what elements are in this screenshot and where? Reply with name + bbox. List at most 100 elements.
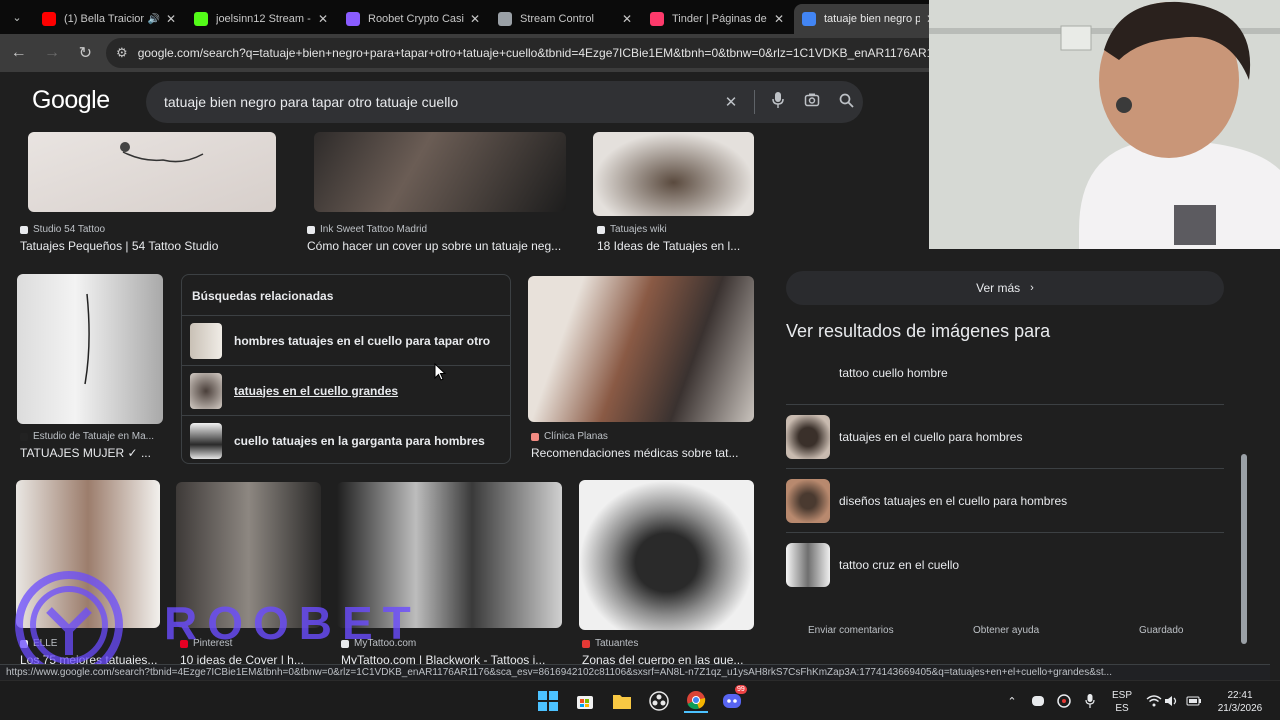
file-explorer-icon[interactable]	[610, 689, 634, 713]
system-clock[interactable]: 22:41 21/3/2026	[1212, 689, 1268, 715]
result-title[interactable]: TATUAJES MUJER ✓ ...	[20, 446, 170, 460]
browser-tab[interactable]: Roobet Crypto Casin ✕	[338, 4, 490, 34]
volume-icon[interactable]	[1160, 689, 1184, 713]
suggestion-label: tattoo cruz en el cuello	[839, 558, 960, 572]
result-title[interactable]: 18 Ideas de Tatuajes en l...	[597, 239, 752, 253]
clock-date: 21/3/2026	[1217, 703, 1263, 714]
result-source[interactable]: Estudio de Tatuaje en Ma...	[20, 431, 154, 442]
browser-tab[interactable]: (1) Bella Traicion 🔊 ✕	[34, 4, 186, 34]
suggestion-thumb	[786, 543, 830, 587]
clear-icon[interactable]: ✕	[714, 93, 748, 111]
store-icon[interactable]	[573, 689, 597, 713]
result-title[interactable]: Recomendaciones médicas sobre tat...	[531, 446, 751, 460]
result-title[interactable]: Cómo hacer un cover up sobre un tatuaje …	[307, 239, 572, 253]
chevron-up-icon[interactable]: ⌃	[1000, 689, 1024, 713]
back-button[interactable]: ←	[4, 38, 33, 68]
google-header: Google tatuaje bien negro para tapar otr…	[0, 72, 930, 132]
browser-tab[interactable]: Stream Control ✕	[490, 4, 642, 34]
tab-label: Roobet Crypto Casin	[368, 13, 464, 25]
tab-label: Tinder | Páginas de c	[672, 13, 768, 25]
result-source[interactable]: Studio 54 Tattoo	[20, 224, 105, 235]
result-image[interactable]	[579, 480, 754, 630]
related-thumb	[190, 372, 222, 409]
chrome-icon[interactable]	[684, 689, 708, 713]
tray-steam-icon[interactable]	[1052, 689, 1076, 713]
result-image[interactable]	[28, 132, 276, 212]
related-title: Búsquedas relacionadas	[192, 289, 334, 303]
related-label: cuello tatuajes en la garganta para homb…	[234, 433, 485, 448]
battery-plugged-icon[interactable]	[1182, 689, 1206, 713]
related-item[interactable]: tatuajes en el cuello grandes	[182, 365, 510, 415]
result-image[interactable]	[528, 276, 754, 422]
result-source[interactable]: Tatuantes	[582, 638, 638, 649]
related-thumb	[190, 322, 222, 359]
search-input[interactable]: tatuaje bien negro para tapar otro tatua…	[164, 94, 714, 110]
suggestion-thumb	[786, 478, 830, 523]
favicon-icon	[582, 639, 590, 648]
image-suggestion[interactable]: tattoo cruz en el cuello	[786, 533, 1224, 597]
result-source[interactable]: Tatuajes wiki	[597, 224, 667, 235]
image-suggestion[interactable]: diseños tatuajes en el cuello para hombr…	[786, 469, 1224, 533]
discord-icon[interactable]: 99	[721, 685, 747, 713]
ver-mas-button[interactable]: Ver más ›	[786, 271, 1224, 305]
keyboard-layout: ES	[1115, 703, 1129, 714]
roobet-icon	[346, 12, 360, 26]
reload-button[interactable]: ↻	[71, 38, 100, 68]
suggestion-label: diseños tatuajes en el cuello para hombr…	[839, 493, 1068, 508]
image-suggestion[interactable]: tattoo cuello hombre	[786, 341, 1224, 405]
favicon-icon	[531, 432, 539, 441]
favicon-icon	[597, 225, 605, 234]
google-logo[interactable]: Google	[32, 86, 110, 115]
suggestion-thumb	[786, 414, 830, 459]
related-searches: Búsquedas relacionadas hombres tatuajes …	[181, 274, 511, 464]
browser-tab[interactable]: joelsinn12 Stream - V ✕	[186, 4, 338, 34]
roobet-wordmark: ROOBET	[164, 597, 421, 649]
google-icon	[802, 12, 816, 26]
search-box[interactable]: tatuaje bien negro para tapar otro tatua…	[146, 81, 863, 123]
language-indicator[interactable]: ESP ES	[1108, 689, 1136, 715]
related-item[interactable]: cuello tatuajes en la garganta para homb…	[182, 415, 510, 465]
microphone-icon[interactable]	[1078, 689, 1102, 713]
result-image[interactable]	[17, 274, 163, 424]
result-source[interactable]: Clínica Planas	[531, 431, 608, 442]
close-tab-icon[interactable]: ✕	[164, 12, 178, 26]
result-source[interactable]: Ink Sweet Tattoo Madrid	[307, 224, 427, 235]
saved-link[interactable]: Guardado	[1139, 625, 1183, 636]
tray-app-icon[interactable]	[1026, 689, 1050, 713]
scrollbar-thumb[interactable]	[1241, 454, 1247, 644]
tab-label: Stream Control	[520, 13, 594, 25]
tab-label: tatuaje bien negro pa	[824, 13, 920, 25]
lens-icon[interactable]	[795, 92, 829, 112]
site-info-icon[interactable]: ⚙	[116, 45, 128, 61]
close-tab-icon[interactable]: ✕	[468, 12, 482, 26]
speaker-icon[interactable]: 🔊	[148, 14, 160, 25]
favicon-icon	[20, 432, 28, 441]
feedback-link[interactable]: Enviar comentarios	[808, 625, 894, 636]
tinder-icon	[650, 12, 664, 26]
close-tab-icon[interactable]: ✕	[316, 12, 330, 26]
result-source-label: Tatuajes wiki	[610, 224, 667, 235]
forward-button[interactable]: →	[37, 38, 66, 68]
obs-icon[interactable]	[647, 689, 671, 713]
close-tab-icon[interactable]: ✕	[772, 12, 786, 26]
microphone-icon[interactable]	[761, 92, 795, 112]
tab-search-button[interactable]: ⌄	[0, 0, 34, 34]
windows-start-icon[interactable]	[536, 689, 560, 713]
globe-icon	[498, 12, 512, 26]
image-suggestion[interactable]: tatuajes en el cuello para hombres	[786, 405, 1224, 469]
help-link[interactable]: Obtener ayuda	[973, 625, 1039, 636]
related-item[interactable]: hombres tatuajes en el cuello para tapar…	[182, 315, 510, 365]
language-code: ESP	[1111, 690, 1132, 701]
search-icon[interactable]	[829, 93, 863, 112]
related-images-panel: Ver más › Ver resultados de imágenes par…	[770, 249, 1240, 667]
browser-tab[interactable]: tatuaje bien negro pa✕	[794, 4, 946, 34]
suggestion-label: tatuajes en el cuello para hombres	[839, 429, 1023, 444]
youtube-icon	[42, 12, 56, 26]
result-source-label: Estudio de Tatuaje en Ma...	[33, 431, 155, 442]
address-url: google.com/search?q=tatuaje+bien+negro+p…	[137, 46, 946, 60]
browser-tab[interactable]: Tinder | Páginas de c ✕	[642, 4, 794, 34]
result-image[interactable]	[314, 132, 566, 212]
result-title[interactable]: Tatuajes Pequeños | 54 Tattoo Studio	[20, 239, 270, 253]
close-tab-icon[interactable]: ✕	[620, 12, 634, 26]
result-image[interactable]	[593, 132, 754, 216]
